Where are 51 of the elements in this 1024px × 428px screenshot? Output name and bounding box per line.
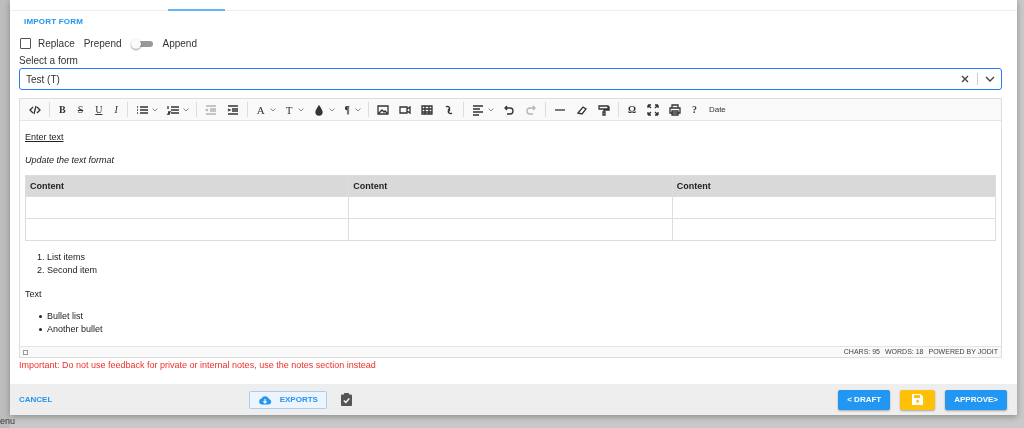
font-button[interactable]: A [254, 103, 267, 116]
cloud-download-icon [257, 394, 272, 405]
caret-icon[interactable] [151, 107, 158, 112]
numbered-list-item: 2. Second item [37, 264, 99, 277]
caret-icon[interactable] [297, 107, 304, 112]
bullet-icon [39, 328, 42, 331]
paint-roller-icon[interactable] [596, 102, 611, 117]
italic-text: Update the text format [25, 155, 116, 165]
table-header-cell: Content [25, 175, 349, 197]
append-label: Append [162, 38, 197, 49]
resize-handle-icon[interactable] [23, 349, 28, 355]
select-label: Select a form [19, 55, 79, 66]
image-icon[interactable] [375, 102, 390, 117]
section-title: IMPORT FORM [24, 17, 85, 26]
underline-button[interactable]: U [93, 103, 105, 116]
chevron-down-icon[interactable] [985, 76, 995, 82]
bold-button[interactable]: B [57, 103, 68, 116]
table-header-cell: Content [348, 175, 673, 197]
underlined-text: Enter text [25, 132, 65, 142]
table-icon[interactable] [419, 102, 434, 117]
numbered-list-item: 1. List items [37, 251, 86, 264]
replace-label: Replace [38, 38, 75, 49]
date-button[interactable]: Date [706, 103, 728, 116]
clipboard-check-icon[interactable] [340, 393, 352, 406]
replace-checkbox[interactable] [20, 38, 31, 49]
fullscreen-icon[interactable] [645, 102, 660, 117]
caret-icon[interactable] [354, 107, 361, 112]
font-size-button[interactable]: T [283, 103, 295, 116]
caret-icon[interactable] [182, 107, 189, 112]
indent-icon[interactable] [225, 102, 240, 117]
special-character-button[interactable]: Ω [625, 103, 638, 116]
bullet-icon [39, 315, 42, 318]
prepend-append-toggle[interactable] [132, 40, 153, 47]
align-icon[interactable] [470, 102, 485, 117]
paragraph-text: Text [25, 289, 43, 299]
warning-text: Important: Do not use feedback for private or internal notes, use the notes section instead [19, 360, 377, 370]
bullet-list-item: Another bullet [47, 323, 103, 336]
caret-icon[interactable] [269, 107, 276, 112]
strikethrough-button[interactable]: S [75, 103, 86, 116]
caret-icon[interactable] [487, 107, 494, 112]
caret-icon[interactable] [328, 107, 335, 112]
form-select[interactable]: Test (T) [19, 68, 1002, 90]
help-button[interactable]: ? [689, 103, 699, 116]
italic-button[interactable]: I [112, 103, 120, 116]
bullet-list-item: Bullet list [47, 310, 83, 323]
prepend-label: Prepend [83, 38, 122, 49]
clear-icon[interactable] [961, 75, 969, 83]
menu-label: enu [0, 416, 16, 426]
print-icon[interactable] [667, 102, 682, 117]
table-header-cell: Content [672, 175, 996, 197]
paragraph-button[interactable]: ¶ [342, 103, 352, 116]
